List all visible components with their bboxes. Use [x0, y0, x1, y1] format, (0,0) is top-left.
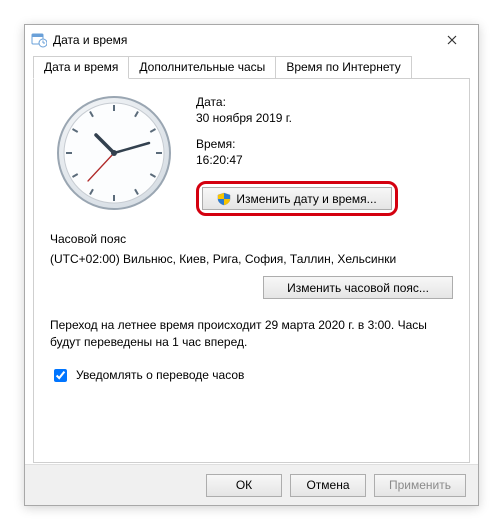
close-button[interactable]	[432, 29, 472, 51]
dst-notify-input[interactable]	[54, 369, 67, 382]
dst-note: Переход на летнее время происходит 29 ма…	[50, 317, 453, 352]
tab-panel-date-time: Дата: 30 ноября 2019 г. Время: 16:20:47 …	[33, 79, 470, 463]
dst-notify-label: Уведомлять о переводе часов	[76, 368, 244, 382]
timezone-value: (UTC+02:00) Вильнюс, Киев, Рига, София, …	[50, 252, 453, 266]
change-timezone-button[interactable]: Изменить часовой пояс...	[263, 276, 453, 299]
dialog-button-bar: ОК Отмена Применить	[25, 464, 478, 505]
time-value: 16:20:47	[196, 153, 453, 167]
timezone-heading: Часовой пояс	[50, 232, 453, 246]
datetime-icon	[31, 32, 47, 48]
date-time-dialog: Дата и время Дата и время Дополнительные…	[24, 24, 479, 506]
analog-clock	[50, 93, 178, 216]
tab-date-time[interactable]: Дата и время	[33, 56, 129, 79]
cancel-button[interactable]: Отмена	[290, 474, 366, 497]
change-date-time-button[interactable]: Изменить дату и время...	[202, 187, 392, 210]
apply-button[interactable]: Применить	[374, 474, 466, 497]
titlebar: Дата и время	[25, 25, 478, 55]
ok-button[interactable]: ОК	[206, 474, 282, 497]
tab-additional-clocks[interactable]: Дополнительные часы	[128, 56, 276, 79]
date-label: Дата:	[196, 95, 453, 109]
tab-internet-time[interactable]: Время по Интернету	[275, 56, 411, 79]
dst-notify-checkbox[interactable]: Уведомлять о переводе часов	[50, 366, 453, 385]
date-value: 30 ноября 2019 г.	[196, 111, 453, 125]
uac-shield-icon	[217, 192, 231, 206]
tabstrip: Дата и время Дополнительные часы Время п…	[25, 55, 478, 79]
time-label: Время:	[196, 137, 453, 151]
close-icon	[447, 35, 457, 45]
window-title: Дата и время	[53, 33, 432, 47]
highlight-ring: Изменить дату и время...	[196, 181, 398, 216]
